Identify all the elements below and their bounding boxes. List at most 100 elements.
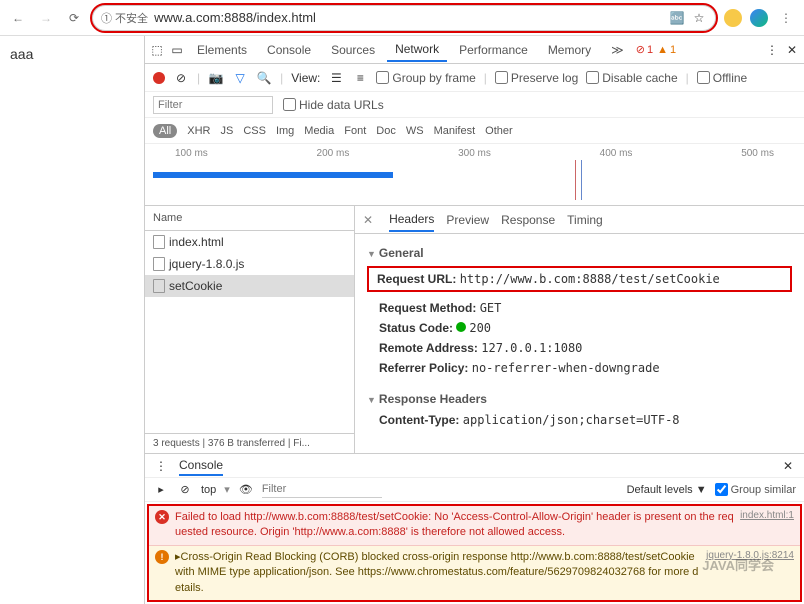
console-sidebar-icon[interactable]: ▸ bbox=[153, 482, 169, 498]
console-drawer-tabs: ⋮ Console ✕ bbox=[145, 454, 804, 478]
devtools-close-icon[interactable]: ✕ bbox=[784, 42, 800, 58]
menu-icon[interactable]: ⋮ bbox=[776, 8, 796, 28]
type-all[interactable]: All bbox=[153, 124, 177, 138]
warning-source-link[interactable]: jquery-1.8.0.js:8214 bbox=[706, 550, 794, 596]
file-icon bbox=[153, 279, 165, 293]
error-count[interactable]: ⊘1 bbox=[636, 43, 653, 56]
preserve-log[interactable]: Preserve log bbox=[495, 71, 578, 85]
file-icon bbox=[153, 235, 165, 249]
type-font[interactable]: Font bbox=[344, 125, 366, 137]
tick-500: 500 ms bbox=[741, 148, 774, 159]
tick-200: 200 ms bbox=[317, 148, 350, 159]
disable-cache[interactable]: Disable cache bbox=[586, 71, 677, 85]
extension-icon-1[interactable] bbox=[724, 9, 742, 27]
tab-elements[interactable]: Elements bbox=[189, 39, 255, 61]
view-small-icon[interactable]: ≡ bbox=[352, 70, 368, 86]
request-item-jquery[interactable]: jquery-1.8.0.js bbox=[145, 253, 354, 275]
file-icon bbox=[153, 257, 165, 271]
console-menu-icon[interactable]: ⋮ bbox=[153, 458, 169, 474]
detail-tab-preview[interactable]: Preview bbox=[446, 209, 489, 231]
filter-input[interactable] bbox=[153, 96, 273, 114]
context-selector[interactable]: top bbox=[201, 484, 216, 496]
console-panel: ⋮ Console ✕ ▸ ⊘ top▾ 👁 Default levels ▼ … bbox=[145, 453, 804, 604]
log-levels[interactable]: Default levels ▼ bbox=[627, 484, 707, 496]
network-filter-row: Hide data URLs bbox=[145, 92, 804, 118]
error-source-link[interactable]: index.html:1 bbox=[740, 510, 794, 541]
camera-icon[interactable]: 📷 bbox=[208, 70, 224, 86]
status-code-row: Status Code: 200 bbox=[367, 318, 792, 338]
devtools-panel: ⬚ ▭ Elements Console Sources Network Per… bbox=[144, 36, 804, 604]
console-close-icon[interactable]: ✕ bbox=[780, 458, 796, 474]
tab-performance[interactable]: Performance bbox=[451, 39, 536, 61]
request-url-row: Request URL: http://www.b.com:8888/test/… bbox=[367, 266, 792, 292]
tab-sources[interactable]: Sources bbox=[323, 39, 383, 61]
filter-icon[interactable]: ▽ bbox=[232, 70, 248, 86]
search-icon[interactable]: 🔍 bbox=[256, 70, 272, 86]
console-error[interactable]: ✕ Failed to load http://www.b.com:8888/t… bbox=[149, 506, 800, 546]
eye-icon[interactable]: 👁 bbox=[238, 482, 254, 498]
reload-button[interactable]: ⟳ bbox=[64, 8, 84, 28]
tabs-more[interactable]: ≫ bbox=[603, 39, 632, 61]
network-controls: ⊘ | 📷 ▽ 🔍 | View: ☰ ≡ Group by frame | P… bbox=[145, 64, 804, 92]
record-button[interactable] bbox=[153, 72, 165, 84]
console-drawer-tab[interactable]: Console bbox=[179, 456, 223, 476]
tab-console[interactable]: Console bbox=[259, 39, 319, 61]
type-ws[interactable]: WS bbox=[406, 125, 424, 137]
clear-icon[interactable]: ⊘ bbox=[173, 70, 189, 86]
group-by-frame[interactable]: Group by frame bbox=[376, 71, 475, 85]
request-method-row: Request Method: GET bbox=[367, 298, 792, 318]
type-media[interactable]: Media bbox=[304, 125, 334, 137]
warning-count[interactable]: ▲1 bbox=[657, 44, 676, 56]
back-button[interactable]: ← bbox=[8, 8, 28, 28]
error-icon: ✕ bbox=[155, 510, 169, 524]
view-label: View: bbox=[291, 71, 320, 85]
referrer-policy-row: Referrer Policy: no-referrer-when-downgr… bbox=[367, 358, 792, 378]
url-text: www.a.com:8888/index.html bbox=[154, 10, 663, 25]
request-item-index[interactable]: index.html bbox=[145, 231, 354, 253]
type-js[interactable]: JS bbox=[220, 125, 233, 137]
console-warning[interactable]: ! ▸Cross-Origin Read Blocking (CORB) blo… bbox=[149, 546, 800, 600]
offline[interactable]: Offline bbox=[697, 71, 747, 85]
response-headers-section[interactable]: Response Headers bbox=[367, 388, 792, 410]
hide-data-urls[interactable]: Hide data URLs bbox=[283, 98, 384, 112]
devtools-tabs: ⬚ ▭ Elements Console Sources Network Per… bbox=[145, 36, 804, 64]
device-icon[interactable]: ▭ bbox=[169, 42, 185, 58]
console-messages: ✕ Failed to load http://www.b.com:8888/t… bbox=[147, 504, 802, 602]
type-xhr[interactable]: XHR bbox=[187, 125, 210, 137]
type-css[interactable]: CSS bbox=[243, 125, 266, 137]
translate-icon[interactable]: 🔤 bbox=[669, 10, 685, 26]
inspect-icon[interactable]: ⬚ bbox=[149, 42, 165, 58]
extension-icon-2[interactable] bbox=[750, 9, 768, 27]
timeline[interactable]: 100 ms 200 ms 300 ms 400 ms 500 ms bbox=[145, 144, 804, 206]
tab-memory[interactable]: Memory bbox=[540, 39, 599, 61]
detail-tab-response[interactable]: Response bbox=[501, 209, 555, 231]
devtools-menu-icon[interactable]: ⋮ bbox=[764, 42, 780, 58]
url-bar[interactable]: ① 不安全 www.a.com:8888/index.html 🔤 ☆ bbox=[92, 5, 716, 31]
warning-icon: ! bbox=[155, 550, 169, 564]
security-badge: ① 不安全 bbox=[101, 10, 148, 26]
detail-tabs: ✕ Headers Preview Response Timing bbox=[355, 206, 804, 234]
view-large-icon[interactable]: ☰ bbox=[328, 70, 344, 86]
detail-tab-headers[interactable]: Headers bbox=[389, 208, 434, 232]
type-doc[interactable]: Doc bbox=[376, 125, 396, 137]
close-detail-icon[interactable]: ✕ bbox=[363, 213, 373, 227]
type-manifest[interactable]: Manifest bbox=[434, 125, 476, 137]
tick-400: 400 ms bbox=[600, 148, 633, 159]
console-filter-input[interactable] bbox=[262, 482, 382, 498]
detail-tab-timing[interactable]: Timing bbox=[567, 209, 603, 231]
remote-address-row: Remote Address: 127.0.0.1:1080 bbox=[367, 338, 792, 358]
request-detail: ✕ Headers Preview Response Timing Genera… bbox=[355, 206, 804, 453]
group-similar[interactable]: Group similar bbox=[715, 483, 796, 496]
type-other[interactable]: Other bbox=[485, 125, 513, 137]
main-area: aaa ⬚ ▭ Elements Console Sources Network… bbox=[0, 36, 804, 604]
type-img[interactable]: Img bbox=[276, 125, 294, 137]
browser-toolbar: ← → ⟳ ① 不安全 www.a.com:8888/index.html 🔤 … bbox=[0, 0, 804, 36]
console-clear-icon[interactable]: ⊘ bbox=[177, 482, 193, 498]
tab-network[interactable]: Network bbox=[387, 38, 447, 62]
forward-button[interactable]: → bbox=[36, 8, 56, 28]
request-list: Name index.html jquery-1.8.0.js setCooki… bbox=[145, 206, 355, 453]
request-item-setcookie[interactable]: setCookie bbox=[145, 275, 354, 297]
content-type-row: Content-Type: application/json;charset=U… bbox=[367, 410, 792, 430]
general-section[interactable]: General bbox=[367, 242, 792, 264]
bookmark-icon[interactable]: ☆ bbox=[691, 10, 707, 26]
